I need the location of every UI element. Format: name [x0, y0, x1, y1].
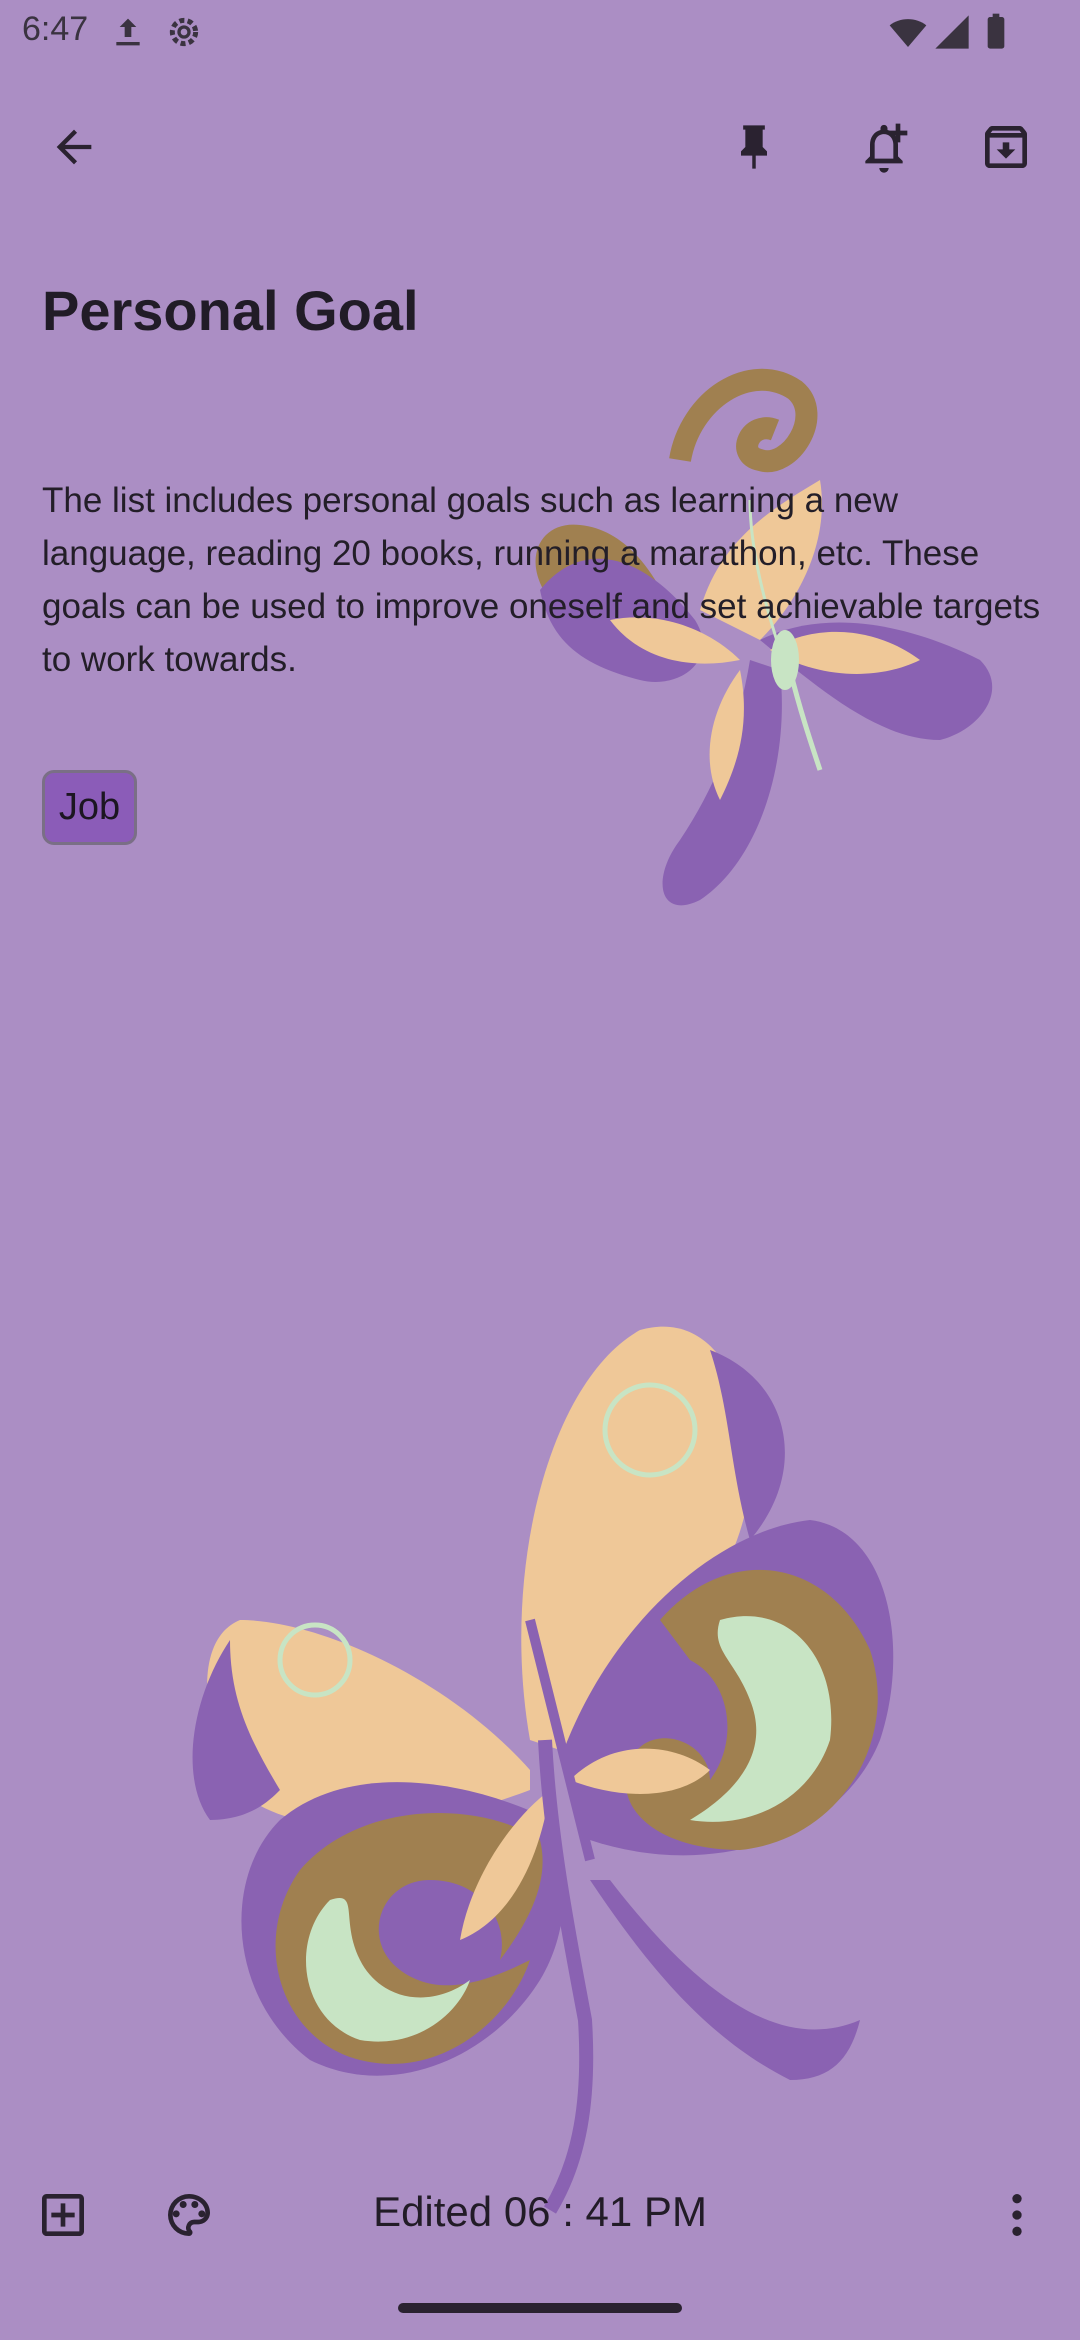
note-body[interactable]: The list includes personal goals such as…: [42, 474, 1052, 686]
archive-icon: [978, 119, 1034, 175]
status-bar: 6:47: [0, 0, 1080, 64]
reminder-button[interactable]: [840, 103, 928, 191]
settings-gear-icon: [164, 12, 204, 52]
more-options-button[interactable]: [972, 2170, 1062, 2260]
pin-icon: [728, 121, 780, 173]
edited-timestamp: Edited 06 : 41 PM: [373, 2188, 707, 2235]
more-vert-icon: [989, 2187, 1045, 2243]
gesture-nav-handle[interactable]: [398, 2303, 682, 2313]
note-title[interactable]: Personal Goal: [42, 278, 419, 343]
pin-button[interactable]: [710, 103, 798, 191]
wifi-icon: [888, 12, 928, 52]
background-butterfly-large: [192, 1326, 894, 2214]
label-chip-text: Job: [58, 786, 121, 828]
add-alert-icon: [856, 119, 912, 175]
signal-icon: [932, 12, 972, 52]
battery-icon: [976, 12, 1016, 52]
status-time: 6:47: [22, 10, 89, 48]
upload-icon: [108, 12, 148, 52]
back-button[interactable]: [30, 103, 118, 191]
arrow-back-icon: [48, 121, 100, 173]
label-chip[interactable]: Job: [42, 770, 137, 845]
archive-button[interactable]: [962, 103, 1050, 191]
